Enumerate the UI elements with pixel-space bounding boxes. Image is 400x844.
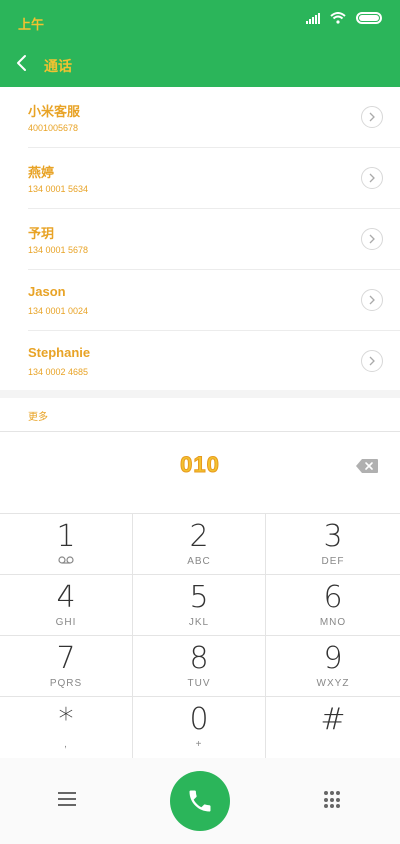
divider bbox=[0, 431, 400, 432]
chevron-right-icon[interactable] bbox=[361, 228, 383, 250]
key-3[interactable]: 3 DEF bbox=[266, 514, 400, 575]
contact-name: 予玥 bbox=[28, 226, 55, 241]
dial-keypad: 1 2 ABC 3 DEF 4 GHI 5 JKL 6 MNO 7 PQRS 8… bbox=[0, 513, 400, 758]
key-7[interactable]: 7 PQRS bbox=[0, 636, 133, 697]
chevron-right-icon[interactable] bbox=[361, 289, 383, 311]
key-0[interactable]: 0 + bbox=[133, 697, 266, 758]
chevron-right-icon[interactable] bbox=[361, 350, 383, 372]
bottom-action-bar bbox=[0, 758, 400, 844]
dialpad-toggle-icon[interactable] bbox=[324, 791, 342, 809]
contact-item[interactable]: 小米客服 4001005678 bbox=[28, 87, 400, 148]
contact-number: 134 0001 5634 bbox=[28, 184, 89, 194]
chevron-right-icon[interactable] bbox=[361, 106, 383, 128]
back-arrow-icon[interactable] bbox=[14, 54, 30, 72]
contact-name: Jason bbox=[28, 284, 66, 299]
contact-name: 燕婷 bbox=[28, 165, 55, 180]
contact-number: 134 0001 5678 bbox=[28, 245, 89, 255]
page-title: 通话 bbox=[44, 58, 72, 74]
backspace-icon[interactable] bbox=[356, 459, 378, 473]
header-bar: 上午 通话 bbox=[0, 0, 400, 87]
contact-item[interactable]: 燕婷 134 0001 5634 bbox=[28, 148, 400, 209]
key-5[interactable]: 5 JKL bbox=[133, 575, 266, 636]
contact-name: 小米客服 bbox=[28, 104, 81, 119]
key-4[interactable]: 4 GHI bbox=[0, 575, 133, 636]
contact-number: 4001005678 bbox=[28, 123, 79, 133]
section-divider bbox=[0, 390, 400, 398]
recent-contacts-list: 小米客服 4001005678 燕婷 134 0001 5634 予玥 134 … bbox=[0, 87, 400, 392]
voicemail-icon bbox=[0, 556, 132, 567]
status-icons bbox=[306, 12, 382, 24]
key-2[interactable]: 2 ABC bbox=[133, 514, 266, 575]
chevron-right-icon[interactable] bbox=[361, 167, 383, 189]
key-9[interactable]: 9 WXYZ bbox=[266, 636, 400, 697]
battery-icon bbox=[356, 12, 382, 24]
key-hash[interactable]: # bbox=[266, 697, 400, 758]
key-6[interactable]: 6 MNO bbox=[266, 575, 400, 636]
signal-icon bbox=[306, 12, 320, 24]
menu-icon[interactable] bbox=[58, 792, 76, 806]
section-label[interactable]: 更多 bbox=[28, 408, 48, 423]
contact-number: 134 0002 4685 bbox=[28, 367, 89, 377]
phone-icon bbox=[189, 790, 211, 812]
key-star[interactable]: * , bbox=[0, 697, 133, 758]
wifi-icon bbox=[330, 12, 346, 24]
key-1[interactable]: 1 bbox=[0, 514, 133, 575]
contact-number: 134 0001 0024 bbox=[28, 306, 89, 316]
contact-item[interactable]: 予玥 134 0001 5678 bbox=[28, 209, 400, 270]
contact-item[interactable]: Stephanie 134 0002 4685 bbox=[28, 331, 400, 392]
dialed-number: 010 bbox=[180, 452, 220, 478]
status-time: 上午 bbox=[18, 17, 45, 32]
key-8[interactable]: 8 TUV bbox=[133, 636, 266, 697]
contact-item[interactable]: Jason 134 0001 0024 bbox=[28, 270, 400, 331]
contact-name: Stephanie bbox=[28, 345, 91, 360]
call-button[interactable] bbox=[170, 771, 230, 831]
